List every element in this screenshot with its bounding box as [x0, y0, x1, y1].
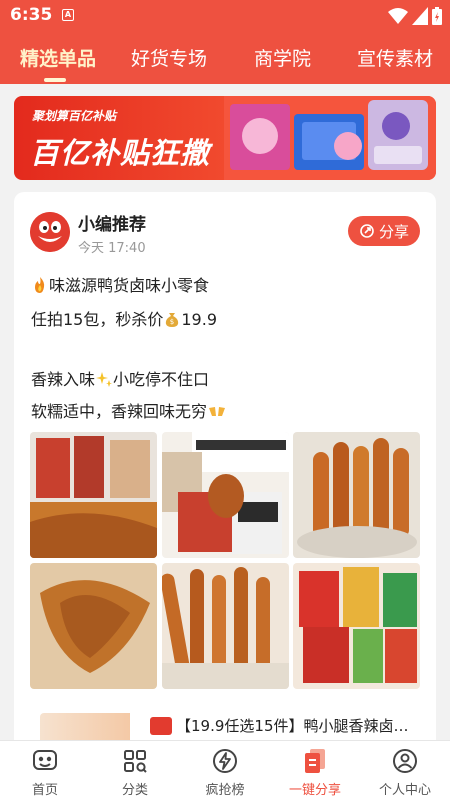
tab-featured[interactable]: 精选单品 [20, 44, 96, 71]
category-icon [124, 750, 147, 773]
sparkles-icon [96, 372, 113, 387]
promo-banner[interactable]: 聚划算百亿补贴 百亿补贴狂撒 [14, 96, 436, 180]
status-time: 6:35 [10, 5, 53, 25]
avatar [30, 212, 70, 252]
product-title: 【19.9任选15件】鸭小腿香辣卤味... [176, 717, 418, 735]
post-card: 小编推荐 今天 17:40 分享 味滋源鸭货卤味小零食 任拍15包，秒杀价 $19… [14, 192, 436, 752]
banner-title: 百亿补贴狂撒 [30, 136, 211, 170]
post-line-2: 任拍15包，秒杀价 $19.9 [31, 310, 217, 329]
status-icons [388, 6, 442, 26]
post-line-1: 味滋源鸭货卤味小零食 [31, 272, 209, 296]
money-bag-icon: $ [166, 313, 179, 327]
share-label: 分享 [378, 222, 409, 241]
tab-promo-materials[interactable]: 宣传素材 [357, 44, 433, 71]
tab-business-school[interactable]: 商学院 [254, 44, 311, 71]
banner-product-image [224, 96, 436, 180]
raised-hands-icon [209, 407, 226, 416]
bottom-nav: 首页 分类 疯抢榜 一键分享 个人中心 [0, 740, 450, 801]
post-line-4: 软糯适中，香辣回味无穷 [31, 398, 227, 422]
signal-icon [412, 7, 428, 25]
product-photo-2[interactable] [162, 432, 289, 558]
nav-rush-ranking[interactable]: 疯抢榜 [180, 741, 270, 801]
nav-home[interactable]: 首页 [0, 741, 90, 801]
product-link[interactable]: 【19.9任选15件】鸭小腿香辣卤味... [14, 703, 436, 743]
top-tab-bar: 精选单品 好货专场 商学院 宣传素材 [0, 32, 450, 84]
notification-a-icon: A [62, 9, 74, 21]
product-photo-5[interactable] [162, 563, 289, 689]
product-photo-6[interactable] [293, 563, 420, 689]
home-icon [33, 750, 57, 770]
tab-indicator [44, 78, 66, 82]
status-bar: 6:35 A [0, 0, 450, 32]
product-thumbnail [40, 713, 130, 743]
wifi-icon [388, 8, 408, 24]
product-photo-3[interactable] [293, 432, 420, 558]
post-time: 今天 17:40 [78, 241, 146, 256]
share-doc-icon [305, 749, 325, 773]
tmall-badge-icon [150, 717, 172, 735]
svg-text:$: $ [170, 318, 174, 326]
nav-profile[interactable]: 个人中心 [360, 741, 450, 801]
share-icon [360, 224, 374, 238]
lightning-icon [213, 749, 237, 773]
post-line-3: 香辣入味 小吃停不住口 [31, 370, 210, 389]
banner-subtitle: 聚划算百亿补贴 [32, 109, 117, 123]
tab-good-deals[interactable]: 好货专场 [131, 44, 207, 71]
nav-category[interactable]: 分类 [90, 741, 180, 801]
share-button[interactable]: 分享 [348, 216, 420, 246]
product-photo-1[interactable] [30, 432, 157, 558]
person-icon [393, 749, 417, 773]
product-photo-4[interactable] [30, 563, 157, 689]
battery-icon [432, 7, 442, 25]
nav-one-click-share[interactable]: 一键分享 [270, 741, 360, 801]
author-name: 小编推荐 [78, 215, 146, 235]
fire-icon [35, 277, 45, 293]
